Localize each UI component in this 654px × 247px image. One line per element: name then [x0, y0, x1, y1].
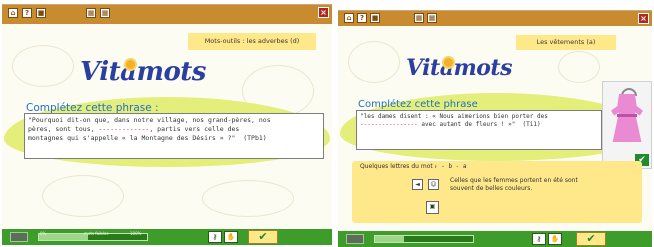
close-icon[interactable]: ×: [318, 7, 329, 18]
hint-label: Quelques lettres du mot :: [360, 163, 437, 170]
score-indicator: [10, 232, 28, 242]
dress-belt: [617, 114, 637, 117]
slider-label-end: 100%: [130, 231, 142, 236]
hint-icon[interactable]: ✋: [548, 233, 562, 245]
answer-blank[interactable]: -------------: [98, 125, 149, 133]
image-icon[interactable]: ▣: [426, 201, 439, 214]
hint-letters: - - b - a: [434, 163, 467, 170]
bottom-toolbar: 0% mots faibles 100% ⚷ ✋ ✔: [2, 229, 332, 245]
picture-card: ✔: [602, 81, 652, 169]
sentence-text-end: avec autant de fleurs ! »" (Ti1): [417, 121, 541, 128]
dress-image: [611, 94, 643, 142]
key-icon[interactable]: ⚷: [208, 231, 222, 243]
background-decoration: [348, 41, 400, 83]
hint-panel: Quelques lettres du mot : - - b - a ◄ ☺ …: [352, 161, 642, 223]
hint-definition: Celles que les femmes portent en été son…: [450, 177, 578, 192]
background-decoration: [202, 180, 294, 217]
exercise-window-right: ⌂ ? ■ ▦ ▦ × Les vêtements (a) Vitamots C…: [338, 10, 652, 247]
person-icon[interactable]: ☺: [428, 179, 439, 190]
home-icon[interactable]: ⌂: [344, 13, 354, 23]
grid-icon[interactable]: ▦: [86, 8, 96, 18]
exercise-title: Les vêtements (a): [516, 35, 616, 50]
exercise-window-left: ⌂ ? ■ ▦ ▦ × Mots-outils : les adverbes (…: [2, 4, 332, 245]
lock-icon[interactable]: ■: [370, 13, 380, 23]
background-decoration: [558, 51, 600, 83]
validate-button[interactable]: ✔: [576, 232, 606, 246]
background-decoration: [42, 175, 124, 217]
logo-flower-icon: [126, 60, 135, 69]
app-logo: Vitamots: [406, 55, 512, 81]
question-icon[interactable]: ?: [22, 8, 32, 18]
bottom-toolbar: ⚷ ✋ ✔: [338, 231, 652, 247]
home-icon[interactable]: ⌂: [8, 8, 18, 18]
instruction-prompt: Complétez cette phrase: [358, 99, 478, 110]
lock-icon[interactable]: ■: [36, 8, 46, 18]
speaker-icon[interactable]: ◄: [412, 179, 423, 190]
sentence-box[interactable]: "Pourquoi dit-on que, dans notre village…: [24, 113, 324, 159]
grid-icon[interactable]: ▦: [414, 13, 424, 23]
validate-button[interactable]: ✔: [248, 230, 278, 244]
exercise-title: Mots-outils : les adverbes (d): [188, 33, 316, 50]
slider-label-mid: mots faibles: [84, 231, 109, 236]
slider-label-start: 0%: [40, 231, 47, 236]
app-logo: Vitamots: [80, 57, 206, 87]
question-icon[interactable]: ?: [357, 13, 367, 23]
background-decoration: [12, 45, 74, 87]
sentence-text-start: "les dames disent : « Nous aimerions bie…: [360, 113, 548, 120]
progress-slider[interactable]: [374, 235, 474, 243]
top-toolbar: ⌂ ? ■ ▦ ▦ ×: [2, 5, 332, 24]
close-icon[interactable]: ×: [638, 13, 649, 24]
hint-icon[interactable]: ✋: [224, 231, 238, 243]
sentence-box[interactable]: "les dames disent : « Nous aimerions bie…: [356, 110, 602, 150]
grid-icon[interactable]: ▦: [427, 13, 437, 23]
logo-flower-icon: [444, 58, 453, 67]
top-toolbar: ⌂ ? ■ ▦ ▦ ×: [338, 11, 652, 26]
key-icon[interactable]: ⚷: [532, 233, 546, 245]
progress-fill: [375, 236, 405, 242]
answer-blank[interactable]: ----------------: [360, 121, 418, 128]
grid-icon[interactable]: ▦: [100, 8, 110, 18]
score-indicator: [346, 234, 364, 244]
